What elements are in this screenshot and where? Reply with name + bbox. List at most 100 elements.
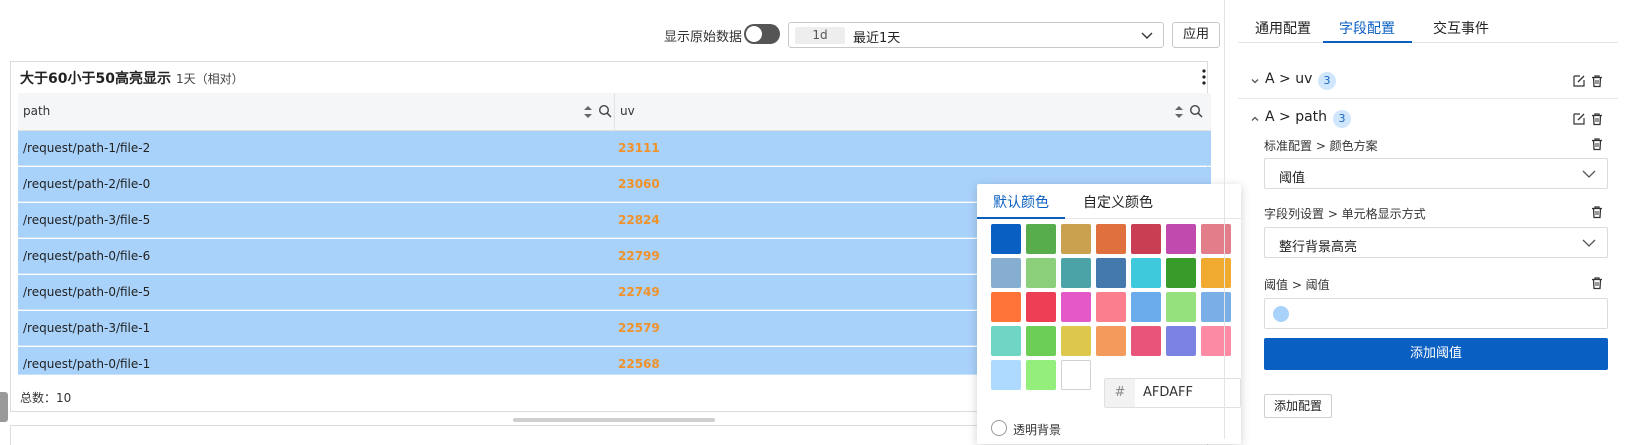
tab-field-config[interactable]: 字段配置 [1339,18,1395,38]
time-range-chip: 1d [795,27,845,44]
cell-path: /request/path-0/file-6 [23,249,151,263]
color-swatch[interactable] [991,224,1021,254]
field-label-threshold: 阈值 > 阈值 [1264,278,1330,292]
add-config-button[interactable]: 添加配置 [1264,394,1332,418]
trash-icon[interactable] [1590,137,1604,151]
color-swatch[interactable] [1131,326,1161,356]
threshold-color-input[interactable] [1264,298,1608,329]
color-swatch[interactable] [1096,224,1126,254]
color-swatch[interactable] [1026,360,1056,390]
column-header-uv[interactable]: uv [620,104,635,118]
trash-icon[interactable] [1590,74,1604,88]
trash-icon[interactable] [1590,205,1604,219]
color-scheme-select[interactable]: 阈值 [1264,158,1608,189]
tab-custom-colors[interactable]: 自定义颜色 [1083,192,1153,212]
color-swatch[interactable] [1096,258,1126,288]
color-swatch[interactable] [1166,292,1196,322]
color-swatch[interactable] [1061,258,1091,288]
color-swatch[interactable] [1061,292,1091,322]
color-swatch[interactable] [1201,292,1231,322]
chevron-down-icon[interactable] [1250,76,1260,86]
cell-uv: 23060 [618,177,660,191]
color-swatch[interactable] [1061,224,1091,254]
color-swatch[interactable] [1201,326,1231,356]
search-icon[interactable] [1189,104,1203,118]
color-swatch[interactable] [1026,292,1056,322]
collapse-handle[interactable] [0,392,8,422]
trash-icon[interactable] [1590,112,1604,126]
color-swatch[interactable] [1131,224,1161,254]
chevron-down-icon [1582,170,1596,178]
color-swatch[interactable] [1026,258,1056,288]
table-total-count: 总数：10 [20,391,72,405]
field-count-badge: 3 [1318,72,1336,90]
color-swatch[interactable] [1131,258,1161,288]
threshold-color-dot[interactable] [1273,306,1289,322]
column-divider[interactable] [614,93,615,131]
field-count-badge: 3 [1333,110,1351,128]
active-tab-underline [1323,41,1412,43]
cell-uv: 22579 [618,321,660,335]
cell-path: /request/path-2/file-0 [23,177,151,191]
cell-uv: 22749 [618,285,660,299]
panel-time-subtitle: 1天（相对） [176,72,244,86]
tab-general-config[interactable]: 通用配置 [1255,18,1311,38]
column-header-path[interactable]: path [23,104,50,118]
hex-value: AFDAFF [1143,385,1194,400]
color-swatch[interactable] [1201,258,1231,288]
time-range-select[interactable]: 1d 最近1天 [788,22,1164,48]
tabs-divider [1238,42,1618,43]
color-swatch[interactable] [1061,326,1091,356]
color-swatch[interactable] [1131,292,1161,322]
tab-interaction-events[interactable]: 交互事件 [1433,18,1489,38]
cell-display-select[interactable]: 整行背景高亮 [1264,227,1608,258]
chevron-up-icon[interactable] [1250,114,1260,124]
color-swatch[interactable] [1096,326,1126,356]
sort-icon[interactable] [1174,105,1184,119]
color-swatch[interactable] [991,360,1021,390]
table-row[interactable]: /request/path-1/file-2 23111 [18,131,1211,166]
color-swatch[interactable] [1026,224,1056,254]
edit-icon[interactable] [1572,112,1586,126]
edit-icon[interactable] [1572,74,1586,88]
field-label-color-scheme: 标准配置 > 颜色方案 [1264,139,1378,153]
color-swatch[interactable] [1096,292,1126,322]
color-swatch[interactable] [1166,224,1196,254]
cell-path: /request/path-0/file-1 [23,357,151,371]
field-label-cell-display: 字段列设置 > 单元格显示方式 [1264,207,1426,221]
hex-prefix: # [1105,379,1135,407]
color-picker-popover: 默认颜色 自定义颜色 # AFDAFF 透明背景 [977,184,1241,444]
hex-input[interactable]: # AFDAFF [1104,378,1241,408]
color-swatch[interactable] [991,326,1021,356]
color-swatch[interactable] [1061,360,1091,390]
panel-divider [1224,0,1225,439]
horizontal-scrollbar[interactable] [513,418,715,422]
trash-icon[interactable] [1590,276,1604,290]
raw-data-toggle[interactable] [744,24,780,44]
search-icon[interactable] [598,104,612,118]
cell-path: /request/path-0/file-5 [23,285,151,299]
more-vertical-icon[interactable] [1200,68,1208,86]
apply-button[interactable]: 应用 [1172,22,1220,48]
cell-uv: 22824 [618,213,660,227]
color-swatch[interactable] [1166,258,1196,288]
color-swatch[interactable] [991,258,1021,288]
color-swatch[interactable] [1201,224,1231,254]
toggle-knob [746,26,762,42]
cell-path: /request/path-1/file-2 [23,141,151,155]
color-swatch[interactable] [991,292,1021,322]
transparent-background-label: 透明背景 [1013,423,1062,437]
chevron-down-icon [1582,239,1596,247]
raw-data-label: 显示原始数据 [664,30,743,45]
transparent-background-radio[interactable] [991,420,1007,436]
section-title-uv[interactable]: A > uv [1265,71,1312,87]
tab-default-colors[interactable]: 默认颜色 [993,192,1049,212]
color-swatch[interactable] [1026,326,1056,356]
color-swatch[interactable] [1166,326,1196,356]
add-threshold-button[interactable]: 添加阈值 [1264,338,1608,370]
table-header: path uv [18,93,1211,131]
sort-icon[interactable] [583,105,593,119]
cell-uv: 23111 [618,141,660,155]
section-divider [1238,98,1618,99]
section-title-path[interactable]: A > path [1265,109,1327,125]
